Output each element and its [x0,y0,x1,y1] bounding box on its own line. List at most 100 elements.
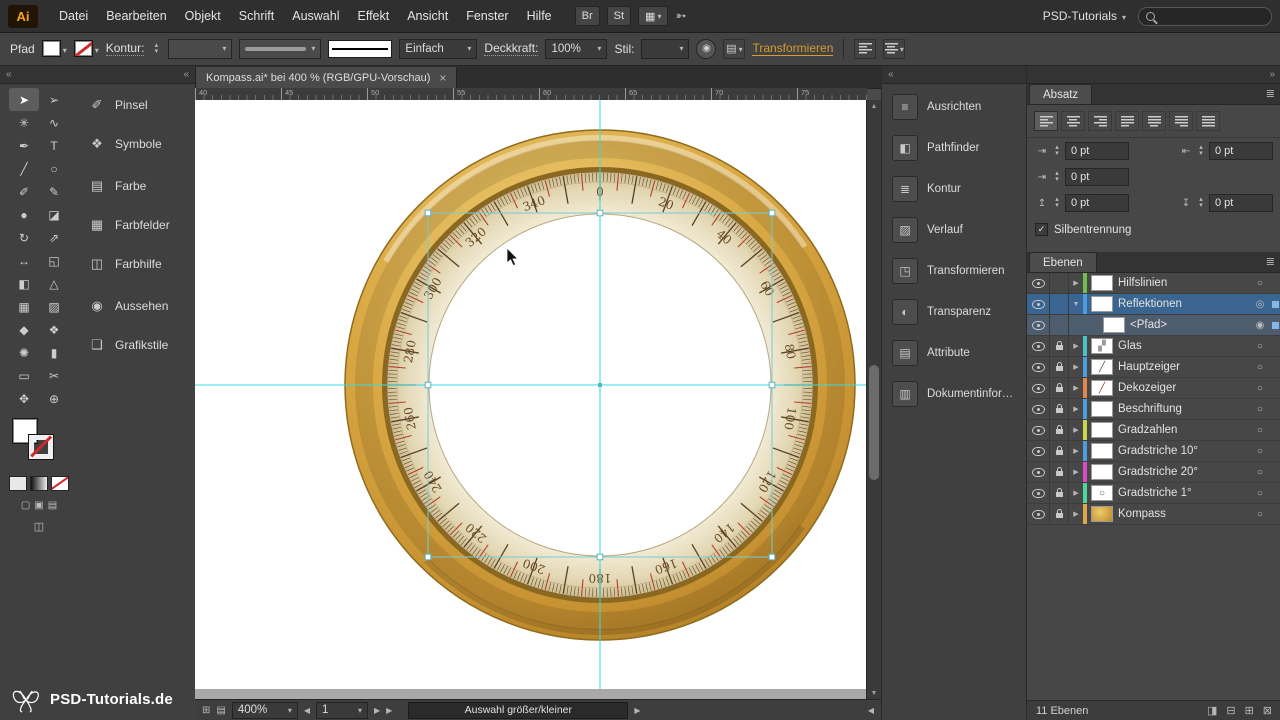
lasso-tool[interactable]: ∿ [39,111,69,134]
stroke-style-dropdown[interactable]: Einfach [399,39,477,59]
type-tool[interactable]: T [39,134,69,157]
hand-tool[interactable]: ✥ [9,387,39,410]
hyphenation-checkbox[interactable] [1035,223,1048,236]
workspace-switcher[interactable]: PSD-Tutorials [1043,9,1126,23]
visibility-eye-icon[interactable] [1027,357,1050,377]
make-clipping-mask-icon[interactable]: ◨ [1207,704,1217,717]
expand-arrow-icon[interactable]: ▶ [1069,468,1083,476]
search-input[interactable] [1138,7,1272,26]
layer-name[interactable]: Gradstriche 10° [1118,445,1251,457]
width-tool[interactable]: ↔ [9,249,39,272]
tab-ebenen[interactable]: Ebenen [1029,252,1097,272]
visibility-eye-icon[interactable] [1027,273,1050,293]
toolbar-collapse-toggle[interactable] [0,66,78,84]
panel-button-ausrichten[interactable]: ≡Ausrichten [882,93,1027,121]
visibility-eye-icon[interactable] [1027,420,1050,440]
menu-datei[interactable]: Datei [50,0,97,32]
space-before-stepper[interactable] [1052,194,1062,212]
stock-button[interactable]: St [607,6,631,26]
expand-arrow-icon[interactable]: ▶ [1069,426,1083,434]
lock-icon[interactable] [1050,483,1069,503]
layer-name[interactable]: Gradstriche 20° [1118,466,1251,478]
magic-wand-tool[interactable]: ✳ [9,111,39,134]
selection-handle[interactable] [769,382,775,388]
artboard-number-dropdown[interactable]: 1 [316,702,368,719]
lock-icon[interactable] [1050,378,1069,398]
space-after-stepper[interactable] [1196,194,1206,212]
layer-row-gradzahlen[interactable]: ▶Gradzahlen○ [1027,420,1280,441]
target-circle-icon[interactable]: ○ [1251,488,1269,499]
expand-arrow-icon[interactable]: ▶ [1069,342,1083,350]
left-indent-stepper[interactable] [1052,142,1062,160]
layer-row-gradstriche-10-[interactable]: ▶Gradstriche 10°○ [1027,441,1280,462]
opacity-link[interactable]: Deckkraft: [484,41,538,56]
panel-button-transformieren[interactable]: ◳Transformieren [882,257,1027,285]
symbol-sprayer-tool[interactable]: ✺ [9,341,39,364]
column-graph-tool[interactable]: ▮ [39,341,69,364]
visibility-eye-icon[interactable] [1027,504,1050,524]
selection-handle[interactable] [425,554,431,560]
menu-effekt[interactable]: Effekt [348,0,398,32]
lock-icon[interactable] [1050,294,1069,314]
first-line-indent-field[interactable]: 0 pt [1065,168,1129,186]
gradient-mode-button[interactable] [30,476,48,491]
expand-arrow-icon[interactable]: ▶ [1069,279,1083,287]
panel-button-pinsel[interactable]: ✐Pinsel [78,92,195,118]
panel-button-farbfelder[interactable]: ▦Farbfelder [78,212,195,238]
status-menu-arrow[interactable]: ▶ [634,706,640,715]
panel-button-symbole[interactable]: ❖Symbole [78,131,195,157]
layer-name[interactable]: Hauptzeiger [1118,361,1251,373]
free-transform-tool[interactable]: ◱ [39,249,69,272]
selection-center-point[interactable] [598,383,602,387]
menu-ansicht[interactable]: Ansicht [398,0,457,32]
layer-row-hilfslinien[interactable]: ▶Hilfslinien○ [1027,273,1280,294]
last-artboard-arrow[interactable]: ▶ [386,706,392,715]
eraser-tool[interactable]: ◪ [39,203,69,226]
document-tab[interactable]: Kompass.ai* bei 400 % (RGB/GPU-Vorschau) [195,67,457,88]
lock-icon[interactable] [1050,273,1069,293]
expand-arrow-icon[interactable]: ▶ [1069,489,1083,497]
line-segment-tool[interactable]: ╱ [9,157,39,180]
layer-row-gradstriche-20-[interactable]: ▶Gradstriche 20°○ [1027,462,1280,483]
target-circle-icon[interactable]: ○ [1251,278,1269,289]
layer-name[interactable]: Kompass [1118,508,1251,520]
panel-button-farbe[interactable]: ▤Farbe [78,173,195,199]
arrange-documents-button[interactable]: ▦ [638,6,668,26]
panel-button-farbhilfe[interactable]: ◫Farbhilfe [78,251,195,277]
blend-tool[interactable]: ❖ [39,318,69,341]
lock-icon[interactable] [1050,462,1069,482]
visibility-eye-icon[interactable] [1027,462,1050,482]
panel-button-transparenz[interactable]: ◐Transparenz [882,298,1027,326]
stroke-weight-dropdown[interactable] [168,39,232,59]
layer-row-hauptzeiger[interactable]: ▶╱Hauptzeiger○ [1027,357,1280,378]
visibility-eye-icon[interactable] [1027,315,1050,335]
target-circle-icon[interactable]: ○ [1251,341,1269,352]
color-mode-button[interactable] [9,476,27,491]
target-circle-icon[interactable]: ○ [1251,446,1269,457]
lock-icon[interactable] [1050,357,1069,377]
direct-selection-tool[interactable]: ➢ [39,88,69,111]
fill-color-dropdown[interactable] [42,40,67,57]
none-mode-button[interactable] [51,476,69,491]
layer-row-kompass[interactable]: ▶Kompass○ [1027,504,1280,525]
transform-link[interactable]: Transformieren [752,41,833,56]
selection-tool[interactable]: ➤ [9,88,39,111]
canvas-viewport[interactable]: 0204060801001201401601802002202402602803… [195,100,867,700]
width-profile-dropdown[interactable] [239,39,321,59]
layer-name[interactable]: Dekozeiger [1118,382,1251,394]
scale-tool[interactable]: ⇗ [39,226,69,249]
target-circle-icon[interactable]: ◎ [1251,299,1269,310]
lock-icon[interactable] [1050,315,1069,335]
expand-arrow-icon[interactable]: ▶ [1069,384,1083,392]
expand-arrow-icon[interactable]: ▶ [1069,363,1083,371]
gradient-tool[interactable]: ▨ [39,295,69,318]
document-setup-button[interactable]: ▤ [723,39,745,59]
layer-name[interactable]: Gradstriche 1° [1118,487,1251,499]
panel-menu-icon[interactable] [1266,87,1275,100]
blob-brush-tool[interactable]: ● [9,203,39,226]
menu-hilfe[interactable]: Hilfe [518,0,561,32]
layer-row-glas[interactable]: ▶▞Glas○ [1027,336,1280,357]
tab-absatz[interactable]: Absatz [1029,84,1092,104]
rotate-tool[interactable]: ↻ [9,226,39,249]
layer-name[interactable]: <Pfad> [1130,319,1251,331]
